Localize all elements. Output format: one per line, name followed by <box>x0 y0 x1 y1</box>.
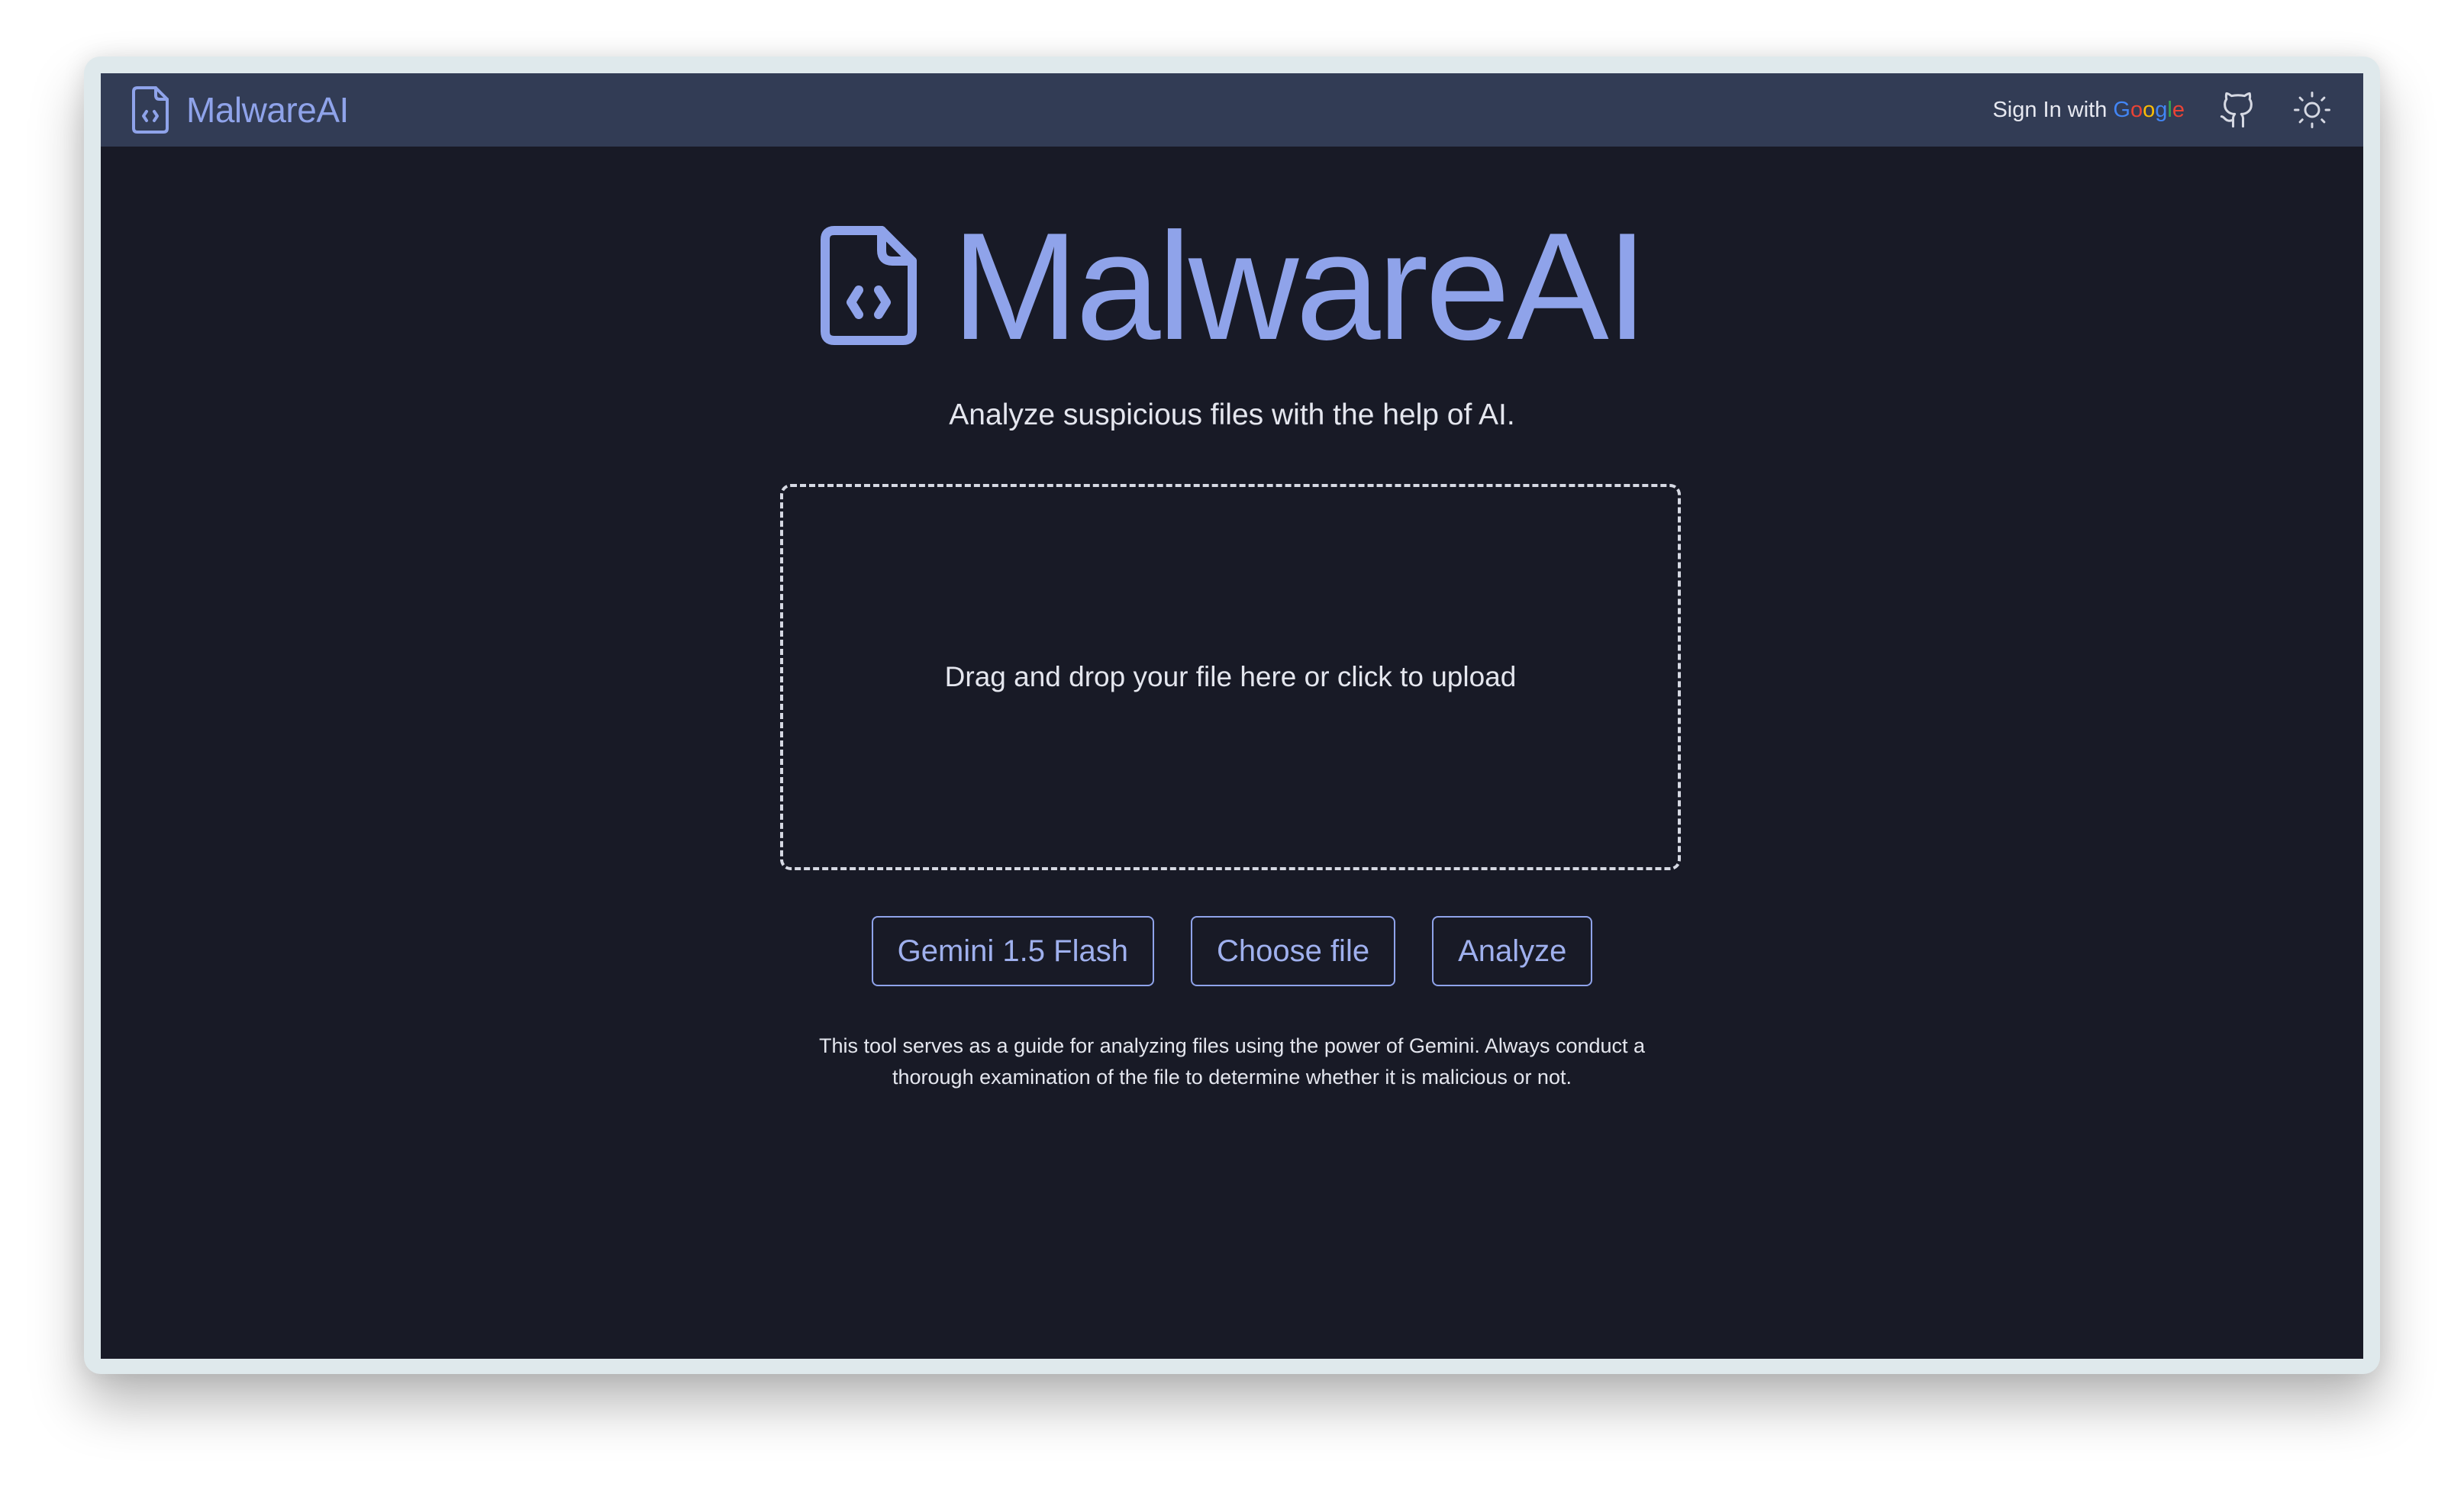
sun-icon[interactable] <box>2291 89 2333 131</box>
action-buttons: Gemini 1.5 Flash Choose file Analyze <box>101 916 2363 986</box>
dropzone-label: Drag and drop your file here or click to… <box>944 661 1517 692</box>
navbar-actions: Sign In with Google <box>1992 73 2333 147</box>
file-dropzone[interactable]: Drag and drop your file here or click to… <box>780 484 1681 870</box>
file-code-icon <box>131 85 169 134</box>
disclaimer-text: This tool serves as a guide for analyzin… <box>101 1031 2363 1093</box>
file-code-icon <box>819 224 918 350</box>
hero-title: MalwareAI <box>951 202 1649 372</box>
brand-link[interactable]: MalwareAI <box>131 85 349 134</box>
disclaimer-line-2: thorough examination of the file to dete… <box>892 1066 1572 1089</box>
analyze-button[interactable]: Analyze <box>1432 916 1593 986</box>
brand-name: MalwareAI <box>186 90 349 130</box>
navbar: MalwareAI Sign In with Google <box>101 73 2363 147</box>
hero-heading: MalwareAI <box>101 211 2363 363</box>
choose-file-button[interactable]: Choose file <box>1190 916 1396 986</box>
sign-in-label: Sign In with <box>1992 97 2108 122</box>
github-icon[interactable] <box>2218 89 2258 131</box>
hero-subtitle: Analyze suspicious files with the help o… <box>949 398 1515 431</box>
sign-in-with-google-button[interactable]: Sign In with Google <box>1992 98 2185 123</box>
disclaimer-line-1: This tool serves as a guide for analyzin… <box>818 1034 1646 1057</box>
app-window: MalwareAI Sign In with Google MalwareAI … <box>101 73 2363 1359</box>
google-wordmark: Google <box>2113 97 2185 122</box>
model-select-button[interactable]: Gemini 1.5 Flash <box>871 916 1154 986</box>
